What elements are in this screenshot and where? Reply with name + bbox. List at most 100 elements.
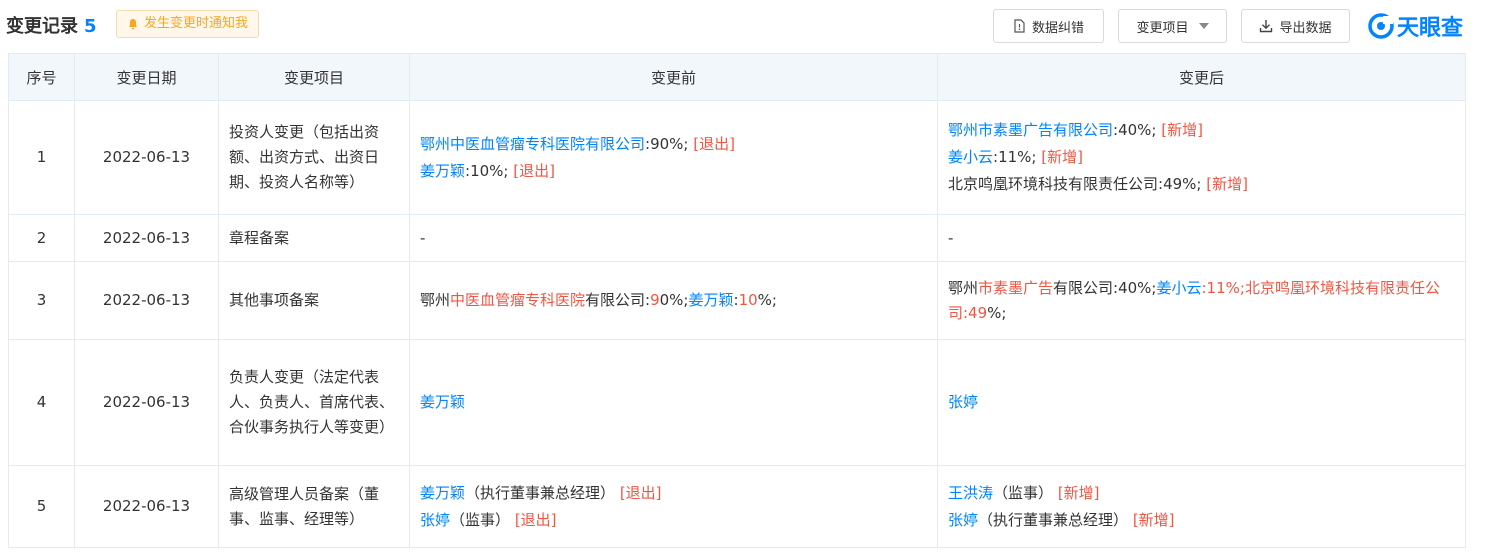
notify-label: 发生变更时通知我 [144, 16, 249, 31]
row-after: 王洪涛（监事） [新增] 张婷（执行董事兼总经理） [新增] [937, 465, 1466, 548]
person-link[interactable]: 张婷 [420, 511, 450, 529]
row-before: 姜万颖 [409, 339, 938, 466]
person-link[interactable]: 王洪涛 [948, 484, 993, 502]
export-data-label: 导出数据 [1279, 20, 1332, 36]
role-text: （执行董事兼总经理） [978, 510, 1129, 529]
correct-data-button[interactable]: 数据纠错 [993, 9, 1104, 43]
record-count: 5 [84, 16, 97, 37]
table-header-row: 序号 变更日期 变更项目 变更前 变更后 [8, 53, 1466, 101]
share-text: :40%; [1113, 121, 1157, 139]
caret-down-icon [1198, 23, 1209, 29]
highlight-segment: 市素墨广告 [978, 278, 1054, 297]
row-index: 1 [8, 100, 75, 215]
highlight-segment: 0%; [659, 291, 689, 309]
row-date: 2022-06-13 [74, 214, 219, 262]
highlight-segment: 中医血管瘤专科医院 [450, 291, 586, 309]
eye-logo-icon [1368, 13, 1394, 39]
row-before: 姜万颖（执行董事兼总经理） [退出] 张婷（监事） [退出] [409, 465, 938, 548]
table-row: 1 2022-06-13 投资人变更（包括出资额、出资方式、出资日期、投资人名称… [8, 100, 1466, 215]
company-name: 北京鸣凰环境科技有限责任公司 [948, 175, 1159, 193]
row-change-item: 章程备案 [218, 214, 410, 262]
row-before: - [409, 214, 938, 262]
row-index: 3 [8, 261, 75, 340]
column-header-after: 变更后 [937, 53, 1466, 101]
document-icon [1014, 19, 1025, 33]
after-entry: 姜小云:11%; [新增] [948, 145, 1455, 170]
row-date: 2022-06-13 [74, 261, 219, 340]
row-change-item: 高级管理人员备案（董事、监事、经理等） [218, 465, 410, 548]
share-text: :10%; [465, 161, 509, 180]
row-after: - [937, 214, 1466, 262]
logo-text: 天眼查 [1397, 16, 1464, 41]
row-change-item: 负责人变更（法定代表人、负责人、首席代表、合伙事务执行人等变更） [218, 339, 410, 466]
after-highlight-text: 鄂州市素墨广告有限公司:40%;姜小云:11%;北京鸣凰环境科技有限责任公司:4… [948, 279, 1440, 322]
before-entry: 张婷（监事） [退出] [420, 508, 927, 533]
share-text: :90%; [645, 134, 689, 153]
highlight-segment: 姜小云 [1156, 278, 1202, 297]
row-index: 4 [8, 339, 75, 466]
exit-tag: [退出] [513, 161, 555, 180]
row-index: 5 [8, 465, 75, 548]
after-entry: 北京鸣凰环境科技有限责任公司:49%; [新增] [948, 172, 1455, 197]
change-records-table: 序号 变更日期 变更项目 变更前 变更后 1 2022-06-13 投资人变更（… [8, 53, 1466, 548]
highlight-segment: 鄂州 [948, 278, 979, 297]
column-header-index: 序号 [8, 53, 75, 101]
highlight-segment: 姜万颖 [688, 291, 734, 309]
row-date: 2022-06-13 [74, 465, 219, 548]
highlight-segment: 9 [650, 291, 660, 309]
company-link[interactable]: 鄂州中医血管瘤专科医院有限公司 [420, 135, 645, 153]
before-entry: 姜万颖（执行董事兼总经理） [退出] [420, 481, 927, 506]
change-item-filter[interactable]: 变更项目 [1118, 9, 1227, 43]
highlight-segment: 鄂州 [420, 291, 451, 309]
person-link[interactable]: 姜万颖 [420, 484, 465, 502]
new-tag: [新增] [1132, 510, 1175, 529]
row-date: 2022-06-13 [74, 339, 219, 466]
column-header-before: 变更前 [409, 53, 938, 101]
table-row: 4 2022-06-13 负责人变更（法定代表人、负责人、首席代表、合伙事务执行… [8, 339, 1466, 466]
person-link[interactable]: 姜小云 [948, 148, 993, 166]
before-highlight-text: 鄂州中医血管瘤专科医院有限公司:90%;姜万颖:10%; [420, 291, 777, 309]
role-text: （监事） [450, 510, 511, 529]
company-link[interactable]: 鄂州市素墨广告有限公司 [948, 121, 1113, 139]
notify-button[interactable]: 发生变更时通知我 [116, 10, 260, 38]
role-text: （执行董事兼总经理） [465, 483, 616, 502]
table-row: 3 2022-06-13 其他事项备案 鄂州中医血管瘤专科医院有限公司:90%;… [8, 261, 1466, 340]
row-after: 鄂州市素墨广告有限公司:40%; [新增] 姜小云:11%; [新增] 北京鸣凰… [937, 100, 1466, 215]
person-link[interactable]: 姜万颖 [420, 162, 465, 180]
bell-icon [129, 19, 137, 30]
row-before: 鄂州中医血管瘤专科医院有限公司:90%;姜万颖:10%; [409, 261, 938, 340]
row-change-item: 其他事项备案 [218, 261, 410, 340]
person-link[interactable]: 张婷 [948, 511, 978, 529]
highlight-segment: %; [987, 303, 1007, 322]
after-entry: 王洪涛（监事） [新增] [948, 481, 1455, 506]
column-header-item: 变更项目 [218, 53, 410, 101]
new-tag: [新增] [1057, 483, 1100, 502]
table-row: 5 2022-06-13 高级管理人员备案（董事、监事、经理等） 姜万颖（执行董… [8, 465, 1466, 548]
row-after: 张婷 [937, 339, 1466, 466]
person-link[interactable]: 姜万颖 [420, 393, 465, 411]
highlight-segment: 10 [738, 291, 758, 309]
new-tag: [新增] [1206, 175, 1248, 193]
table-row: 2 2022-06-13 章程备案 - - [8, 214, 1466, 262]
before-entry: 姜万颖:10%; [退出] [420, 159, 927, 184]
export-data-button[interactable]: 导出数据 [1241, 9, 1350, 43]
exit-tag: [退出] [514, 510, 557, 529]
section-title-text: 变更记录 [6, 16, 78, 37]
correct-data-label: 数据纠错 [1031, 20, 1084, 36]
change-item-filter-label: 变更项目 [1136, 20, 1189, 36]
after-entry: 张婷（执行董事兼总经理） [新增] [948, 508, 1455, 533]
row-after: 鄂州市素墨广告有限公司:40%;姜小云:11%;北京鸣凰环境科技有限责任公司:4… [937, 261, 1466, 340]
row-change-item: 投资人变更（包括出资额、出资方式、出资日期、投资人名称等） [218, 100, 410, 215]
highlight-segment: %; [757, 291, 777, 309]
highlight-segment: 有限公司:40%; [1053, 278, 1157, 297]
share-text: :11%; [993, 148, 1037, 166]
before-entry: 鄂州中医血管瘤专科医院有限公司:90%; [退出] [420, 132, 927, 157]
new-tag: [新增] [1041, 148, 1083, 166]
section-title: 变更记录 5 [6, 12, 97, 38]
after-entry: 鄂州市素墨广告有限公司:40%; [新增] [948, 118, 1455, 143]
tianyancha-logo[interactable]: 天眼查 [1368, 10, 1463, 42]
person-link[interactable]: 张婷 [948, 393, 978, 411]
highlight-segment: 有限公司: [585, 291, 651, 309]
row-index: 2 [8, 214, 75, 262]
exit-tag: [退出] [619, 483, 662, 502]
